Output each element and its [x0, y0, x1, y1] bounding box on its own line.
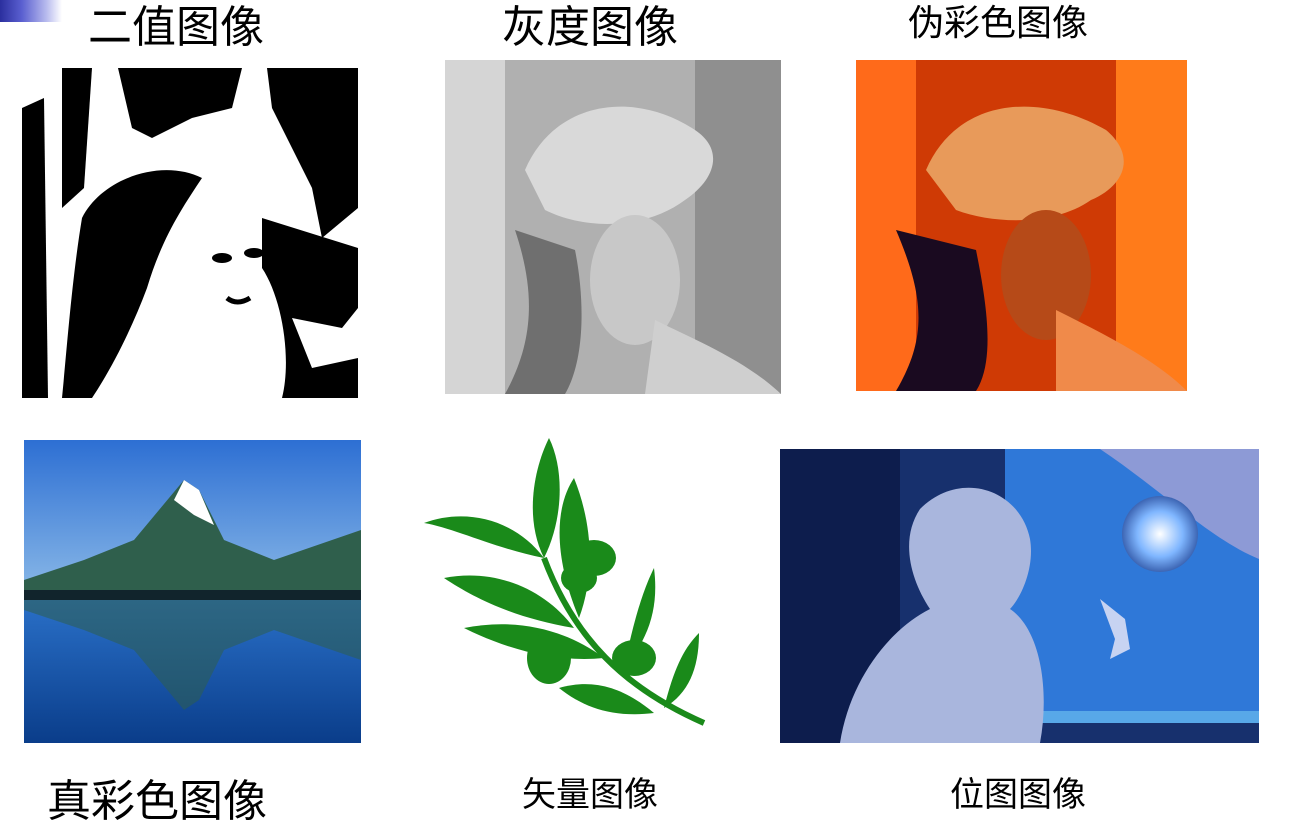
bitmap-image-label: 位图图像 [950, 775, 1086, 815]
slide-corner-mark [0, 0, 62, 22]
olive-branch-vector [424, 438, 706, 726]
binary-image-label: 二值图像 [88, 2, 264, 53]
binary-image [22, 68, 358, 398]
girl-window-galaxy-illustration [780, 449, 1259, 743]
gray-image-label: 灰度图像 [502, 2, 678, 53]
true-color-image-label: 真彩色图像 [47, 776, 267, 827]
pseudo-color-portrait-illustration [856, 60, 1187, 391]
true-color-image [24, 440, 361, 743]
bitmap-image [780, 449, 1259, 743]
pseudo-color-image [856, 60, 1187, 391]
vector-image-label: 矢量图像 [522, 775, 658, 815]
grayscale-image [445, 60, 781, 394]
mountain-lake-illustration [24, 440, 361, 743]
grayscale-portrait-illustration [445, 60, 781, 394]
vector-image [404, 438, 764, 733]
binary-portrait-illustration [22, 68, 358, 398]
pseudo-color-image-label: 伪彩色图像 [908, 3, 1089, 44]
